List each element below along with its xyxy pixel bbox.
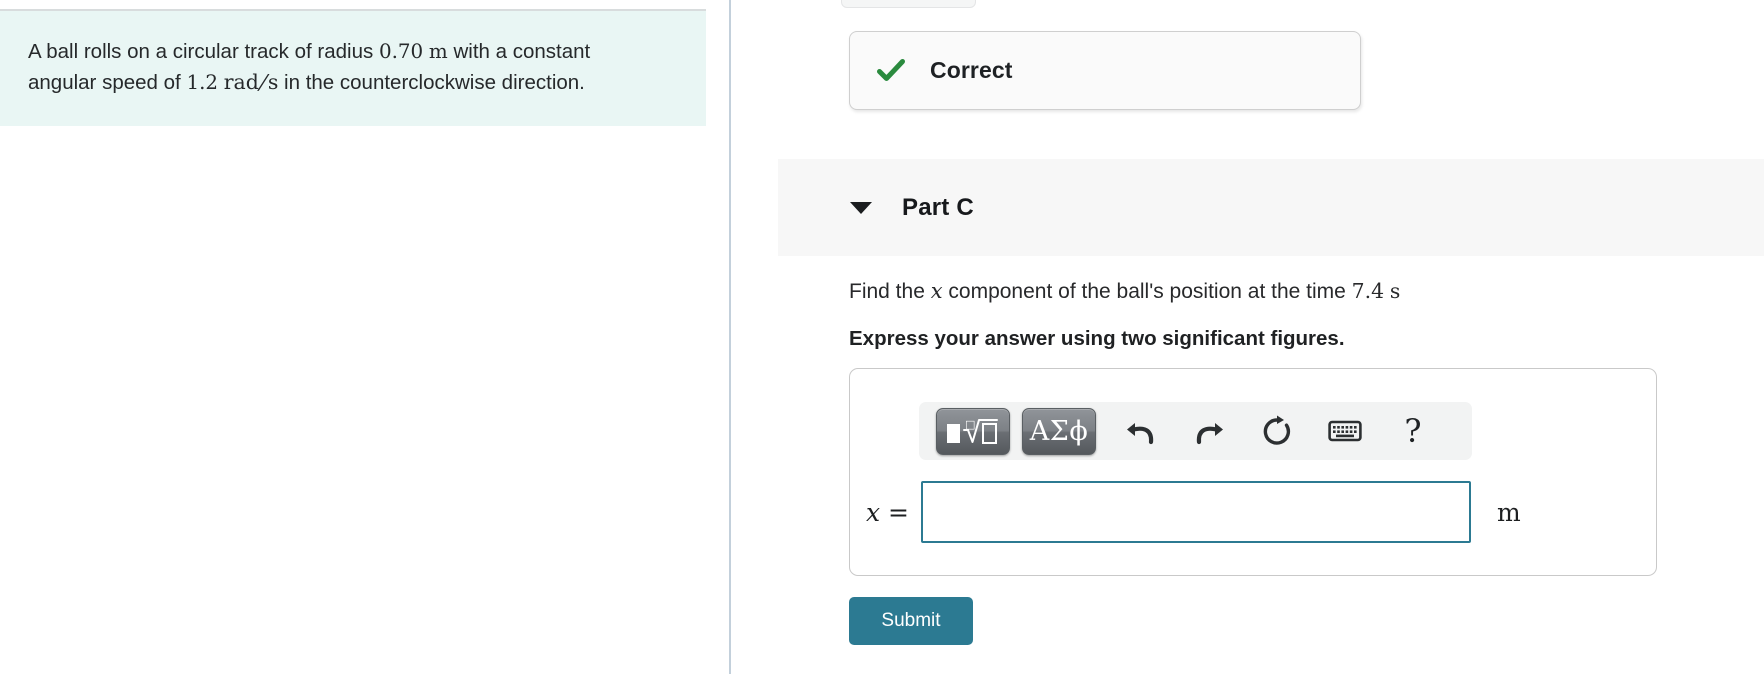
answer-unit-label: m — [1497, 497, 1521, 527]
greek-symbols-button[interactable]: ΑΣϕ — [1022, 407, 1096, 455]
prompt-tail: component of the ball's position at the … — [942, 280, 1352, 303]
math-template-button[interactable]: □ — [936, 407, 1010, 455]
submit-button[interactable]: Submit — [849, 597, 973, 645]
answer-panel: Correct Part C Find the x component of t… — [731, 0, 1764, 674]
math-toolbar: □ ΑΣϕ ? — [919, 402, 1472, 460]
answer-instruction: Express your answer using two significan… — [849, 327, 1345, 350]
angular-speed-unit: rad/s — [224, 67, 279, 97]
equals-sign: = — [888, 497, 909, 527]
question-prompt: Find the x component of the ball's posit… — [849, 276, 1749, 307]
problem-panel: A ball rolls on a circular track of radi… — [0, 0, 729, 674]
homework-page: A ball rolls on a circular track of radi… — [0, 0, 1764, 674]
part-title: Part C — [902, 193, 974, 221]
caret-down-icon[interactable] — [850, 201, 872, 214]
answer-variable-label: x = — [850, 498, 921, 527]
problem-text-mid: with a constant — [447, 40, 591, 63]
radius-unit: m — [428, 40, 448, 63]
problem-text-lead2: angular speed of — [28, 71, 187, 94]
undo-icon[interactable] — [1118, 408, 1164, 454]
keyboard-icon[interactable] — [1322, 408, 1368, 454]
part-c-header[interactable]: Part C — [778, 159, 1764, 256]
greek-symbols-label: ΑΣϕ — [1029, 415, 1089, 447]
problem-text-lead: A ball rolls on a circular track of radi… — [28, 40, 379, 63]
prompt-variable: x — [930, 279, 943, 303]
correct-feedback-box: Correct — [849, 31, 1361, 110]
reset-icon[interactable] — [1254, 408, 1300, 454]
prompt-lead: Find the — [849, 280, 931, 303]
problem-text-tail: in the counterclockwise direction. — [278, 71, 585, 94]
angular-speed-value: 1.2 — [186, 71, 219, 94]
correct-label: Correct — [930, 57, 1013, 83]
help-icon[interactable]: ? — [1390, 408, 1436, 454]
redo-icon[interactable] — [1186, 408, 1232, 454]
answer-input-row: x = m — [850, 481, 1658, 543]
check-mark-icon — [876, 56, 906, 86]
question-body: Find the x component of the ball's posit… — [849, 276, 1749, 353]
problem-statement-box: A ball rolls on a circular track of radi… — [0, 11, 706, 126]
answer-input[interactable] — [921, 481, 1471, 543]
time-value: 7.4 — [1351, 279, 1385, 303]
time-unit: s — [1389, 279, 1401, 303]
answer-variable: x — [865, 497, 881, 527]
unit-numerator: rad — [223, 70, 259, 94]
answer-widget: □ ΑΣϕ ? x = m — [849, 368, 1657, 576]
help-icon-label: ? — [1404, 412, 1422, 450]
previous-part-stub — [841, 0, 976, 8]
radius-value: 0.70 — [378, 40, 424, 63]
